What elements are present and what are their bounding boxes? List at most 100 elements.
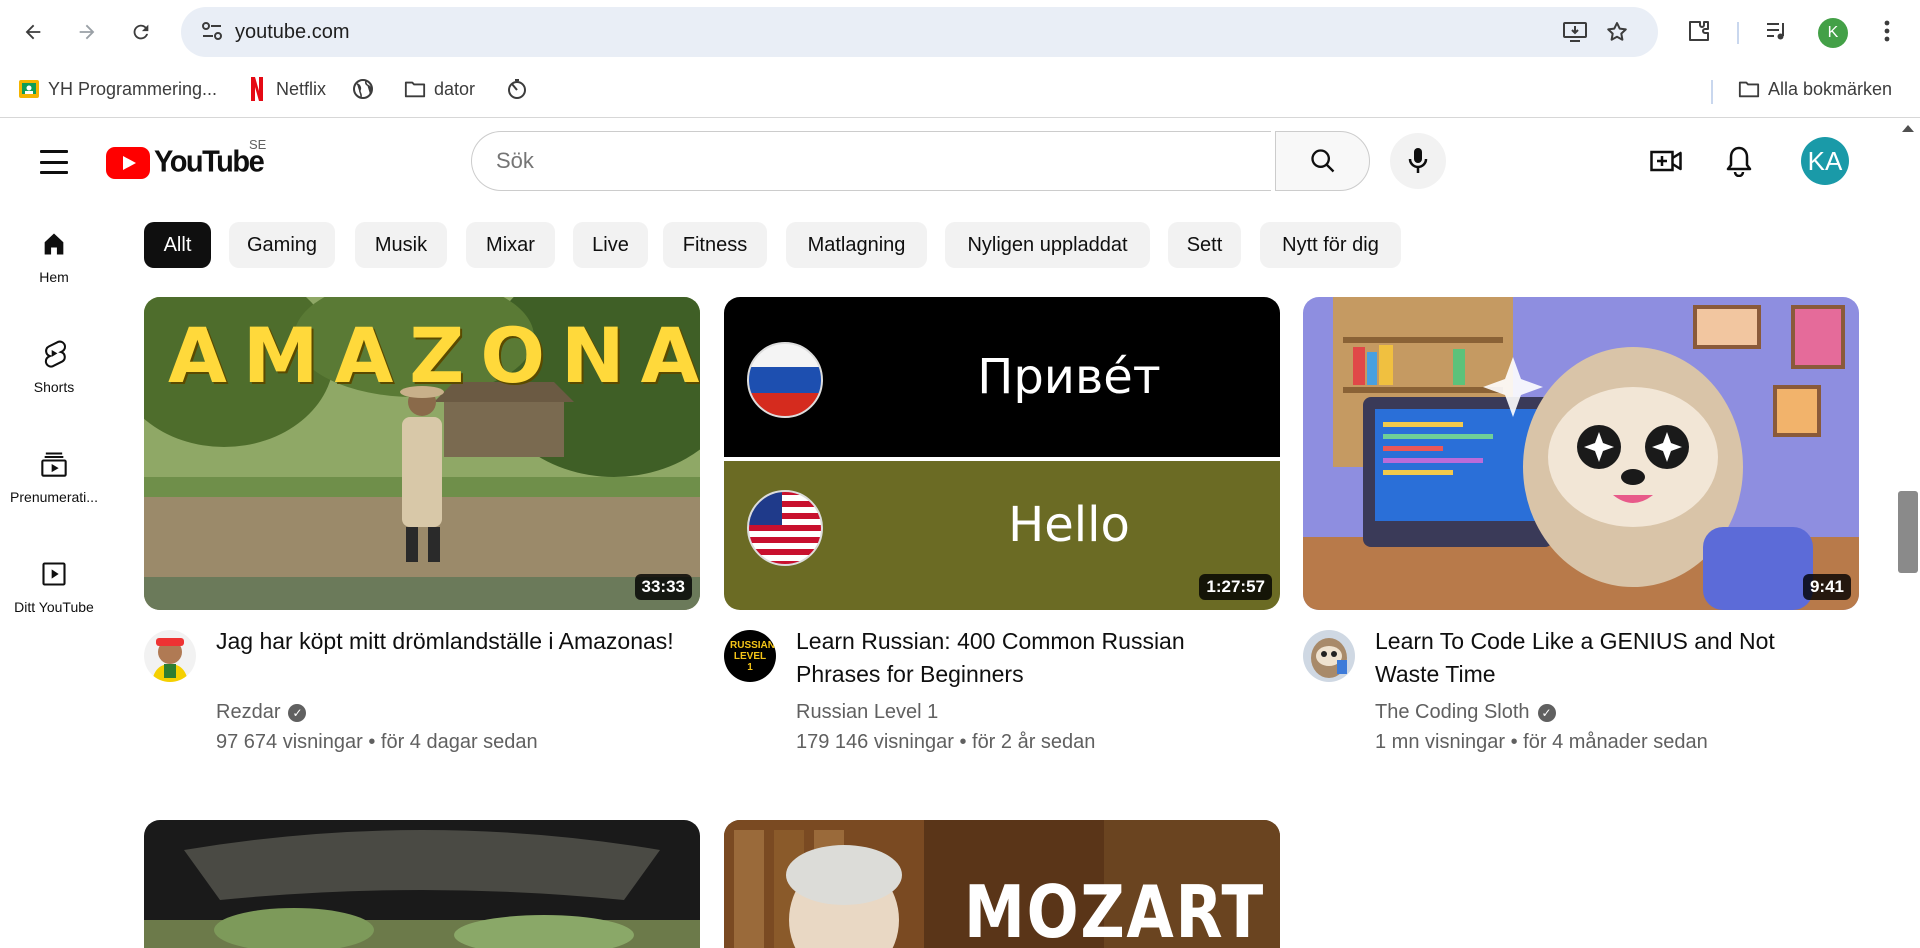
bookmark-star-icon[interactable] [1603,18,1631,46]
channel-avatar[interactable] [1303,630,1355,682]
video-title[interactable]: Jag har köpt mitt drömlandställe i Amazo… [216,625,686,658]
sidebar-item-subscriptions[interactable]: Prenumerati... [0,439,108,529]
search-button[interactable] [1275,131,1370,191]
youtube-page: YouTube SE KA Hem [0,119,1920,948]
video-thumbnail[interactable]: AMAZONAS 33:33 [144,297,700,610]
sidebar-item-label: Prenumerati... [10,489,98,505]
sidebar-item-home[interactable]: Hem [0,219,108,309]
youtube-wordmark: YouTube [154,145,265,179]
video-thumbnail[interactable]: 9:41 [1303,297,1859,610]
create-video-button[interactable] [1648,143,1684,179]
video-thumbnail[interactable]: MOZART [724,820,1280,948]
video-title[interactable]: Learn Russian: 400 Common Russian Phrase… [796,625,1266,691]
search-input[interactable] [496,144,1236,178]
url-text[interactable]: youtube.com [235,21,350,44]
chip-sett[interactable]: Sett [1168,222,1241,268]
channel-name-text[interactable]: Russian Level 1 [796,701,938,724]
car-interior-thumbnail-image [144,820,700,948]
video-title[interactable]: Learn To Code Like a GENIUS and Not Wast… [1375,625,1845,691]
bookmarks-bar: YH Programmering... Netflix dator Alla b… [0,68,1920,108]
bookmark-netflix[interactable]: Netflix [246,74,326,104]
thumbnail-overlay-text: MOZART [964,870,1265,948]
chip-fitness[interactable]: Fitness [663,222,767,268]
globe-icon [352,78,374,100]
video-metadata: 179 146 visningar • för 2 år sedan [796,731,1096,753]
home-icon [39,229,69,259]
search-icon [1310,149,1334,173]
video-thumbnail[interactable] [144,820,700,948]
channel-avatar[interactable] [144,630,196,682]
bookmark-globe[interactable] [352,74,374,104]
video-metadata: 97 674 visningar • för 4 dagar sedan [216,731,538,753]
youtube-logo[interactable]: YouTube [106,145,265,179]
duration-badge: 1:27:57 [1199,574,1272,600]
channel-name-text[interactable]: The Coding Sloth [1375,701,1530,724]
country-code: SE [249,137,267,152]
arrow-left-icon [25,24,41,40]
netflix-icon [246,77,268,101]
chip-musik[interactable]: Musik [355,222,447,268]
browser-toolbar: youtube.com K YH Programmering... Netfli… [0,0,1920,118]
scroll-up-arrow-icon[interactable] [1902,125,1914,132]
chip-nytt-for-dig[interactable]: Nytt för dig [1260,222,1401,268]
chip-live[interactable]: Live [573,222,648,268]
sidebar-item-label: Ditt YouTube [14,599,94,615]
page-scrollbar-thumb[interactable] [1898,491,1918,573]
search-box [471,131,1271,191]
extensions-icon[interactable] [1684,16,1714,46]
back-button[interactable] [15,14,51,50]
timer-icon [506,78,528,100]
notifications-button[interactable] [1721,141,1757,181]
account-avatar[interactable]: KA [1801,137,1849,185]
video-thumbnail[interactable]: Приве́т Hello 1:27:57 [724,297,1280,610]
bookmark-folder-dator[interactable]: dator [404,74,475,104]
coding-sloth-thumbnail-image [1303,297,1859,610]
thumbnail-overlay-text: AMAZONAS [168,311,700,400]
chip-allt[interactable]: Allt [144,222,211,268]
channel-name[interactable]: The Coding Sloth ✓ [1375,701,1556,724]
chip-matlagning[interactable]: Matlagning [786,222,927,268]
bookmark-label: Netflix [276,78,327,99]
video-metadata: 1 mn visningar • för 4 månader sedan [1375,731,1708,753]
kebab-menu-icon[interactable] [1872,16,1902,46]
chip-gaming[interactable]: Gaming [229,222,335,268]
toolbar-divider [1737,22,1739,44]
folder-icon [1738,78,1760,100]
site-settings-icon[interactable] [201,21,225,43]
thumbnail-english-text: Hello [1008,497,1130,553]
menu-hamburger-icon[interactable] [36,147,72,177]
your-youtube-icon [39,559,69,589]
reload-icon [133,24,149,40]
sidebar-item-your-youtube[interactable]: Ditt YouTube [0,549,108,639]
youtube-play-logo-icon [106,146,150,179]
forward-button[interactable] [69,14,105,50]
media-control-icon[interactable] [1762,16,1792,46]
bookmark-label: YH Programmering... [48,78,218,99]
bookmark-timer[interactable] [506,74,528,104]
voice-search-button[interactable] [1390,133,1446,189]
chip-nyligen-uppladdat[interactable]: Nyligen uppladdat [945,222,1150,268]
address-bar[interactable]: youtube.com [181,7,1658,57]
duration-badge: 33:33 [634,574,692,600]
reload-button[interactable] [123,14,159,50]
sidebar-item-label: Hem [39,269,69,285]
bookmark-yh-programmering[interactable]: YH Programmering... [18,74,217,104]
bell-icon [1726,146,1752,177]
all-bookmarks-button[interactable]: Alla bokmärken [1738,74,1892,104]
channel-avatar[interactable]: RUSSIAN LEVEL 1 [724,630,776,682]
classroom-icon [18,78,40,100]
browser-profile-avatar[interactable]: K [1818,18,1848,48]
verified-check-icon: ✓ [288,703,307,722]
bookmark-label: dator [434,78,476,99]
thumbnail-russian-text: Приве́т [977,349,1161,405]
channel-name[interactable]: Russian Level 1 [796,701,938,724]
install-app-icon[interactable] [1561,18,1589,46]
channel-name-text[interactable]: Rezdar [216,701,280,724]
channel-name[interactable]: Rezdar ✓ [216,701,307,724]
sidebar-item-shorts[interactable]: Shorts [0,329,108,419]
subscriptions-icon [39,449,69,479]
shorts-icon [39,339,69,369]
chip-mixar[interactable]: Mixar [466,222,555,268]
arrow-right-icon [79,24,95,40]
duration-badge: 9:41 [1802,574,1851,600]
